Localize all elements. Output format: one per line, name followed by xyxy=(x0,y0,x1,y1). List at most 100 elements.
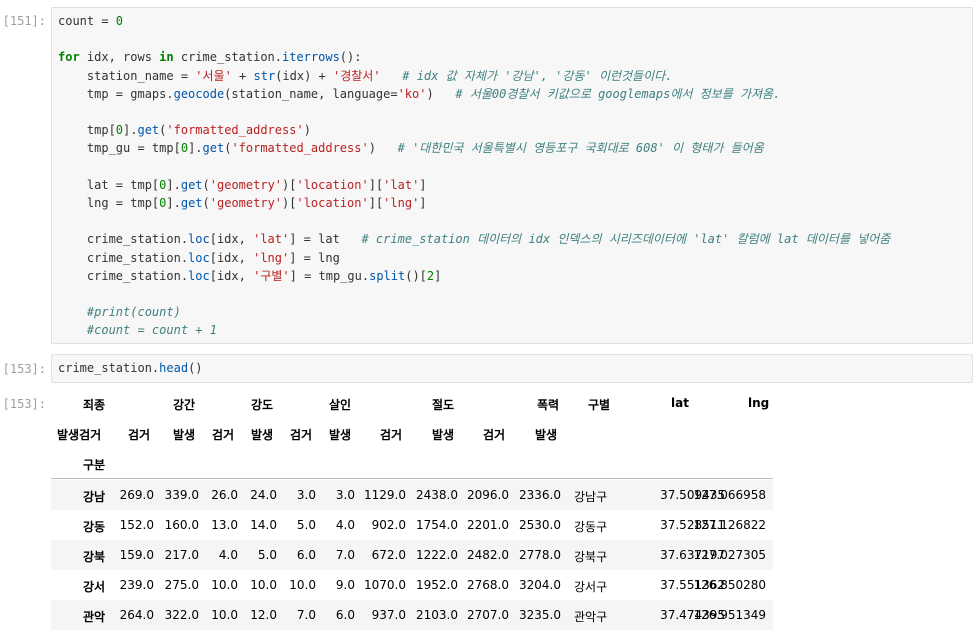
table-cell: 강서구 xyxy=(574,580,608,594)
table-cell: 2336.0 xyxy=(519,488,561,502)
header-divider xyxy=(51,478,773,479)
table-cell: 7.0 xyxy=(335,548,355,562)
column-header: lat xyxy=(671,396,689,410)
column-subheader: 발생검거 xyxy=(57,428,102,442)
table-cell: 14.0 xyxy=(250,518,277,532)
code-token: crime_station. xyxy=(58,250,189,265)
code-token: crime_station. xyxy=(58,361,160,375)
column-header: lng xyxy=(748,396,770,410)
code-token: '구별' xyxy=(253,268,290,283)
code-token: 'geometry' xyxy=(209,196,283,210)
column-subheader: 발생 xyxy=(535,428,558,442)
code-token: ][ xyxy=(368,196,384,210)
table-cell: 672.0 xyxy=(371,548,406,562)
code-line: tmp_gu = tmp[0].get('formatted_address')… xyxy=(58,139,764,157)
table-cell: 264.0 xyxy=(119,608,154,622)
code-token: station_name = xyxy=(58,68,196,83)
table-cell: 269.0 xyxy=(119,488,154,502)
code-token: '경찰서' xyxy=(332,68,381,83)
code-token: crime_station. xyxy=(173,50,282,65)
code-token: ()[ xyxy=(405,268,427,283)
row-index: 관악 xyxy=(83,610,106,624)
code-line: #count = count + 1 xyxy=(58,321,217,339)
code-token: 'geometry' xyxy=(209,177,283,192)
code-token: # crime_station 데이터의 idx 인덱스의 시리즈데이터에 'l… xyxy=(361,232,891,247)
code-token: get xyxy=(137,123,160,138)
code-line: count = 0 xyxy=(58,12,123,30)
code-token: loc xyxy=(188,250,210,265)
code-token: lng = tmp[ xyxy=(58,196,160,210)
column-header: 살인 xyxy=(329,398,352,412)
row-index: 강남 xyxy=(83,490,106,504)
column-header: 강간 xyxy=(173,398,196,412)
code-token: # 서울00경찰서 키값으로 googlemaps에서 정보를 가져옴. xyxy=(455,86,781,101)
table-cell: 26.0 xyxy=(211,488,238,502)
table-cell: 24.0 xyxy=(250,488,277,502)
code-line: station_name = '서울' + str(idx) + '경찰서' #… xyxy=(58,67,673,85)
code-line: tmp = gmaps.geocode(station_name, langua… xyxy=(58,85,780,103)
code-token: crime_station. xyxy=(58,268,189,283)
code-token: get xyxy=(180,177,203,192)
table-cell: 2768.0 xyxy=(467,578,509,592)
code-token: [idx, xyxy=(209,268,254,283)
code-token: 'ko' xyxy=(397,86,427,101)
code-token: [idx, xyxy=(209,232,254,247)
column-subheader: 검거 xyxy=(128,428,151,442)
code-token: 'lat' xyxy=(253,232,290,247)
code-token: idx, rows xyxy=(79,50,160,65)
column-subheader: 발생 xyxy=(173,428,196,442)
column-subheader: 검거 xyxy=(483,428,506,442)
table-cell: 126.951349 xyxy=(693,608,766,622)
code-line: #print(count) xyxy=(58,303,181,321)
code-token: ] xyxy=(419,196,427,210)
column-header: 구별 xyxy=(588,398,611,412)
column-header: 죄종 xyxy=(83,398,106,412)
code-token: get xyxy=(202,141,225,156)
code-token: 0 xyxy=(115,14,124,28)
code-token: + xyxy=(231,68,254,83)
table-cell: 2482.0 xyxy=(467,548,509,562)
code-token: 'formatted_address' xyxy=(166,123,304,138)
code-cell-input[interactable]: count = 0 for idx, rows in crime_station.… xyxy=(51,7,973,344)
output-prompt: [153]: xyxy=(2,397,46,411)
column-subheader: 검거 xyxy=(212,428,235,442)
code-token: loc xyxy=(188,232,210,247)
table-cell: 4.0 xyxy=(218,548,238,562)
code-token: crime_station. xyxy=(58,232,189,247)
table-cell: 7.0 xyxy=(296,608,316,622)
code-token: get xyxy=(180,196,203,210)
table-cell: 강동구 xyxy=(574,520,608,534)
code-line: crime_station.loc[idx, '구별'] = tmp_gu.sp… xyxy=(58,267,442,285)
code-cell-input[interactable]: crime_station.head() xyxy=(51,354,973,383)
table-cell: 10.0 xyxy=(250,578,277,592)
code-token: ]. xyxy=(188,141,203,156)
code-token: )[ xyxy=(282,177,297,192)
code-token: 'lng' xyxy=(383,196,420,210)
code-token: # '대한민국 서울특별시 영등포구 국회대로 608' 이 형태가 들어옴 xyxy=(397,141,764,156)
code-token: 0 xyxy=(115,123,124,138)
code-token: # idx 값 자체가 '강남', '강동' 이런것들이다. xyxy=(402,68,673,83)
table-cell: 2530.0 xyxy=(519,518,561,532)
code-line: crime_station.loc[idx, 'lat'] = lat # cr… xyxy=(58,230,890,248)
code-token: head xyxy=(159,361,189,375)
table-cell: 강남구 xyxy=(574,490,608,504)
code-token: (): xyxy=(339,50,362,65)
table-cell: 10.0 xyxy=(289,578,316,592)
table-cell: 159.0 xyxy=(119,548,154,562)
table-cell: 3235.0 xyxy=(519,608,561,622)
table-cell: 5.0 xyxy=(257,548,277,562)
code-token: ][ xyxy=(368,177,384,192)
code-token: ) xyxy=(368,141,398,156)
code-token: ] = lat xyxy=(289,232,362,247)
table-cell: 152.0 xyxy=(119,518,154,532)
table-cell: 5.0 xyxy=(296,518,316,532)
table-cell: 3.0 xyxy=(296,488,316,502)
column-subheader: 검거 xyxy=(380,428,403,442)
code-line: tmp[0].get('formatted_address') xyxy=(58,121,311,139)
dataframe-output: 죄종 강간 강도 살인 절도 폭력 구별 lat lng 발생검거 검거 발생 … xyxy=(51,388,773,640)
table-cell: 관악구 xyxy=(574,610,608,624)
table-cell: 2778.0 xyxy=(519,548,561,562)
table-cell: 10.0 xyxy=(211,608,238,622)
table-cell: 275.0 xyxy=(164,578,199,592)
